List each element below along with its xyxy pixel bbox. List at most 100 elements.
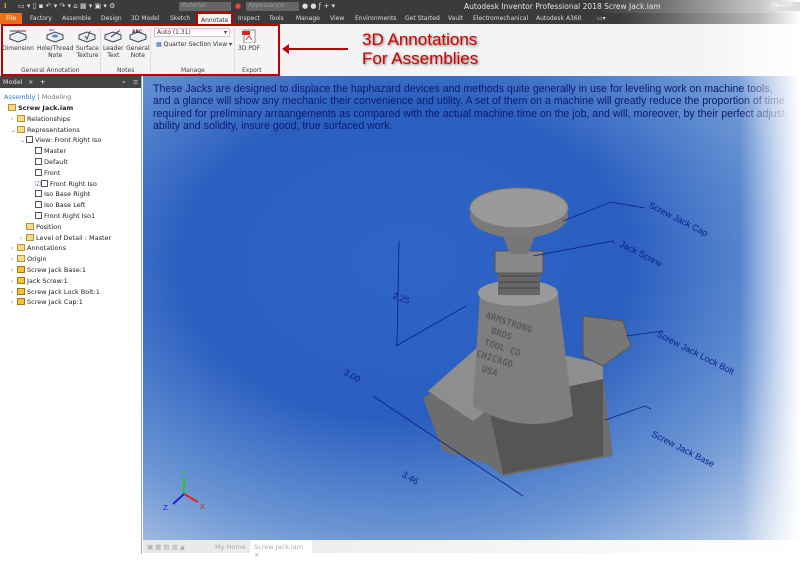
close-icon[interactable]: ✕ xyxy=(254,551,259,559)
tree-item-label: Relationships xyxy=(27,114,71,123)
callout-line-2: For Assemblies xyxy=(362,49,479,68)
tree-item[interactable]: Front Right Iso1 xyxy=(0,211,141,222)
menu-icon[interactable]: ≡ xyxy=(133,78,138,86)
tree-item[interactable]: › Jack Screw:1 xyxy=(0,276,141,287)
axis-z-label: Z xyxy=(163,504,168,512)
leader-screw xyxy=(532,240,616,257)
appearance-select[interactable]: Appearance xyxy=(246,2,299,11)
tab-get-started[interactable]: Get Started xyxy=(405,15,440,22)
tab-screw-jack[interactable]: Screw Jack.iam ✕ xyxy=(250,540,312,559)
folder-icon xyxy=(8,104,16,111)
tab-electromechanical[interactable]: Electromechanical xyxy=(473,15,528,22)
label-screw-jack-lock-bolt: Screw Jack Lock Bolt xyxy=(655,329,736,377)
assembly-toggle[interactable]: Assembly xyxy=(4,93,35,101)
view-icon xyxy=(35,157,42,165)
quick-access-toolbar[interactable]: ▭ ▾ ▯ ▪ ↶ ▾ ↷ ▾ ⌂ ▦ ▾ ▣ ▾ ⚙ xyxy=(18,2,115,10)
part-icon xyxy=(17,298,25,306)
folder-icon xyxy=(17,244,25,252)
panel-toggle-icon[interactable]: ▭▾ xyxy=(597,15,606,22)
quick-tools[interactable]: ● ● ƒ + ▾ xyxy=(302,2,335,10)
search-input[interactable]: Search xyxy=(770,2,800,11)
tree-item[interactable]: › Screw Jack Lock Bolt:1 xyxy=(0,287,141,298)
tree-item[interactable]: › Annotations xyxy=(0,243,141,254)
tab-environments[interactable]: Environments xyxy=(355,15,396,22)
view-icon xyxy=(35,201,42,209)
part-icon xyxy=(17,276,25,284)
tree-item-label: Front Right Iso1 xyxy=(44,211,96,220)
tree-item-label: Screw Jack Lock Bolt:1 xyxy=(27,287,100,296)
folder-icon xyxy=(17,114,25,122)
tree-item-label: Origin xyxy=(27,255,47,264)
tree-item-label: Iso Base Left xyxy=(44,201,86,210)
axis-x-label: X xyxy=(200,503,205,511)
tab-tools[interactable]: Tools xyxy=(269,15,284,22)
tree-item[interactable]: › Relationships xyxy=(0,114,141,125)
tab-3d-model[interactable]: 3D Model xyxy=(131,15,159,22)
tab-vault[interactable]: Vault xyxy=(448,15,463,22)
jack-nut xyxy=(494,250,544,274)
dim-height-value: 2.25 xyxy=(391,290,411,305)
tab-manage[interactable]: Manage xyxy=(296,15,320,22)
window-title: Autodesk Inventor Professional 2018 Scre… xyxy=(464,2,661,11)
folder-icon xyxy=(26,136,33,144)
tree-item[interactable]: › Screw Jack Cap:1 xyxy=(0,297,141,308)
tree-item[interactable]: Iso Base Left xyxy=(0,200,141,211)
appearance-icon: ● xyxy=(235,2,242,10)
tree-item-label: Level of Detail : Master xyxy=(36,233,112,242)
tree-item[interactable]: › Origin xyxy=(0,254,141,265)
tab-model[interactable]: Model xyxy=(3,78,23,86)
tab-view[interactable]: View xyxy=(330,15,344,22)
tree-item[interactable]: Master xyxy=(0,146,141,157)
title-bar: I ▭ ▾ ▯ ▪ ↶ ▾ ↷ ▾ ⌂ ▦ ▾ ▣ ▾ ⚙ Material ●… xyxy=(0,0,800,13)
tab-annotate[interactable]: Annotate xyxy=(196,12,234,24)
view-icon xyxy=(35,147,42,155)
browser-tree: Screw Jack.iam › Relationships ⌄ Representat… xyxy=(0,103,141,308)
tree-item[interactable]: › Screw Jack Base:1 xyxy=(0,265,141,276)
close-icon[interactable]: × xyxy=(28,78,33,86)
label-screw-jack-base: Screw Jack Base xyxy=(650,429,716,469)
doc-tab-label: Screw Jack.iam xyxy=(254,543,304,551)
tree-item[interactable]: Front xyxy=(0,168,141,179)
tree-item-label: Master xyxy=(44,147,67,156)
tree-item[interactable]: Iso Base Right xyxy=(0,189,141,200)
tree-item-label: Representations xyxy=(27,125,80,134)
tree-item[interactable]: ⌄ Representations xyxy=(0,125,141,136)
add-tab-icon[interactable]: + xyxy=(40,78,45,86)
leader-cap xyxy=(562,201,646,222)
tree-item-label: Screw Jack.iam xyxy=(18,104,74,112)
lock-bolt xyxy=(582,315,632,367)
browser-header: Model × + ⌕ ≡ xyxy=(0,76,141,88)
folder-icon xyxy=(17,255,25,263)
tab-autodesk-a360[interactable]: Autodesk A360 xyxy=(536,15,582,22)
ribbon-tabs: File Factory Assemble Design 3D Model Sk… xyxy=(0,12,800,24)
tree-item[interactable]: Screw Jack.iam xyxy=(0,103,141,114)
tree-item-label: Annotations xyxy=(27,244,67,253)
view-triad: Y X Z xyxy=(163,469,205,512)
view-icon xyxy=(40,179,48,187)
label-jack-screw: Jack Screw xyxy=(618,239,664,269)
tree-item[interactable]: ⌄ View: Front Right Iso xyxy=(0,135,141,146)
window-layout-icons[interactable]: ▣ ▦ ▤ ▥ ▲ xyxy=(147,543,185,551)
tree-item[interactable]: Default xyxy=(0,157,141,168)
callout-line-1: 3D Annotations xyxy=(362,30,478,49)
tab-design[interactable]: Design xyxy=(101,15,122,22)
label-screw-jack-cap: Screw Jack Cap xyxy=(647,200,709,238)
tree-item[interactable]: › Level of Detail : Master xyxy=(0,233,141,244)
jack-thread xyxy=(498,271,540,295)
search-icon[interactable]: ⌕ xyxy=(122,78,126,87)
tab-assemble[interactable]: Assemble xyxy=(62,15,91,22)
modeling-toggle[interactable]: Modeling xyxy=(42,93,72,101)
tree-item-label: Front Right Iso xyxy=(49,179,97,188)
tab-inspect[interactable]: Inspect xyxy=(238,15,260,22)
view-icon xyxy=(35,190,42,198)
tab-sketch[interactable]: Sketch xyxy=(170,15,190,22)
tab-factory[interactable]: Factory xyxy=(30,15,52,22)
tree-item[interactable]: ☑ Front Right Iso xyxy=(0,179,141,190)
material-select[interactable]: Material xyxy=(179,2,231,11)
graphics-viewport[interactable]: These Jacks are designed to displace the… xyxy=(143,76,800,540)
tree-item[interactable]: Position xyxy=(0,222,141,233)
tab-file[interactable]: File xyxy=(0,13,23,24)
tab-my-home[interactable]: My Home xyxy=(215,543,246,551)
screw-jack-model: ARMSTRONG BROS TOOL CO CHICAGO USA xyxy=(423,187,632,476)
tree-item-label: Screw Jack Cap:1 xyxy=(27,298,83,307)
